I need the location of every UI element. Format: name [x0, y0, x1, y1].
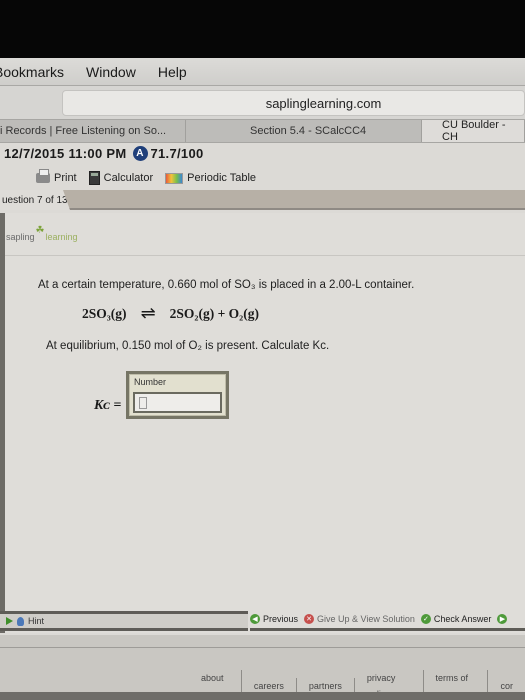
calculator-label: Calculator	[103, 172, 154, 184]
url-text: saplinglearning.com	[265, 95, 382, 111]
give-up-button[interactable]: ✕ Give Up & View Solution	[304, 613, 415, 624]
previous-label: Previous	[263, 613, 299, 624]
logo-text-sapling: sapling	[6, 232, 35, 242]
give-up-x-icon: ✕	[304, 613, 315, 624]
bottom-strip	[0, 692, 525, 700]
browser-toolbar: saplinglearning.com	[0, 86, 525, 119]
tab-cu-boulder[interactable]: CU Boulder - CH	[422, 119, 525, 143]
kc-label: Kᴄ =	[94, 398, 122, 413]
equilibrium-arrow-icon: ⇌	[140, 303, 156, 323]
menu-help[interactable]: Help	[158, 64, 187, 80]
check-answer-button[interactable]: ✓ Check Answer	[420, 613, 492, 624]
score: 71.7/100	[150, 145, 204, 161]
print-label: Print	[54, 172, 77, 184]
menu-bookmarks[interactable]: Bookmarks	[0, 64, 64, 80]
answer-input[interactable]	[133, 392, 222, 413]
assignment-header: 12/7/2015 11:00 PM A 71.7/100	[0, 143, 525, 163]
screen-bezel	[0, 0, 525, 58]
due-date: 12/7/2015 11:00 PM	[4, 145, 127, 161]
browser-tab-bar: i Records | Free Listening on So... Sect…	[0, 119, 525, 143]
equation-products: 2SO₂(g) + O₂(g)	[169, 305, 259, 321]
divider	[0, 255, 525, 256]
hint-label: Hint	[28, 616, 45, 626]
chemical-equation: 2SO₃(g) ⇌ 2SO₂(g) + O₂(g)	[82, 303, 259, 324]
next-arrow-icon: ▶	[497, 613, 508, 624]
previous-button[interactable]: ◀ Previous	[250, 613, 299, 624]
menu-bar: Bookmarks Window Help	[0, 58, 525, 86]
sapling-logo: sapling ☘ learning	[6, 225, 78, 242]
periodic-table-icon	[165, 172, 184, 184]
text-cursor-icon	[139, 397, 147, 409]
question-prompt: At equilibrium, 0.150 mol of O₂ is prese…	[46, 340, 330, 352]
action-bar: ◀ Previous ✕ Give Up & View Solution ✓ C…	[250, 609, 525, 631]
checkmark-icon: ✓	[420, 613, 431, 624]
question-intro: At a certain temperature, 0.660 mol of S…	[38, 279, 415, 291]
expand-arrow-icon	[6, 617, 13, 625]
tab-section[interactable]: Section 5.4 - SCalcCC4	[186, 120, 422, 142]
check-answer-label: Check Answer	[433, 613, 492, 624]
periodic-table-label: Periodic Table	[187, 172, 257, 184]
calculator-button[interactable]: Calculator	[88, 171, 154, 185]
printer-icon	[36, 169, 50, 183]
panel-frame	[0, 213, 5, 633]
periodic-table-button[interactable]: Periodic Table	[165, 172, 256, 184]
question-counter-tab[interactable]: uestion 7 of 13	[0, 190, 70, 210]
question-nav-bar: uestion 7 of 13	[0, 190, 525, 210]
page-bottom: about us careers partners privacy policy…	[0, 635, 525, 700]
calculator-icon	[88, 171, 100, 185]
lightbulb-icon	[17, 616, 24, 626]
hint-button[interactable]: Hint	[0, 611, 248, 631]
previous-arrow-icon: ◀	[250, 613, 260, 624]
logo-text-learning: learning	[45, 232, 78, 242]
give-up-label: Give Up & View Solution	[317, 613, 415, 624]
answer-box-label: Number	[134, 377, 167, 387]
page: 12/7/2015 11:00 PM A 71.7/100 Print Calc…	[0, 143, 525, 700]
divider	[0, 647, 525, 648]
grade-badge-icon: A	[132, 145, 148, 161]
next-button[interactable]: ▶	[497, 613, 508, 624]
question-panel: sapling ☘ learning At a certain temperat…	[0, 213, 525, 633]
menu-window[interactable]: Window	[86, 64, 136, 80]
equation-reactants: 2SO₃(g)	[82, 305, 127, 321]
tab-records[interactable]: i Records | Free Listening on So...	[0, 120, 186, 142]
answer-box: Number	[126, 371, 229, 419]
sprout-icon: ☘	[35, 225, 45, 236]
address-bar[interactable]: saplinglearning.com	[62, 90, 525, 116]
tool-row: Print Calculator Periodic Table	[36, 169, 256, 185]
print-button[interactable]: Print	[36, 169, 77, 184]
